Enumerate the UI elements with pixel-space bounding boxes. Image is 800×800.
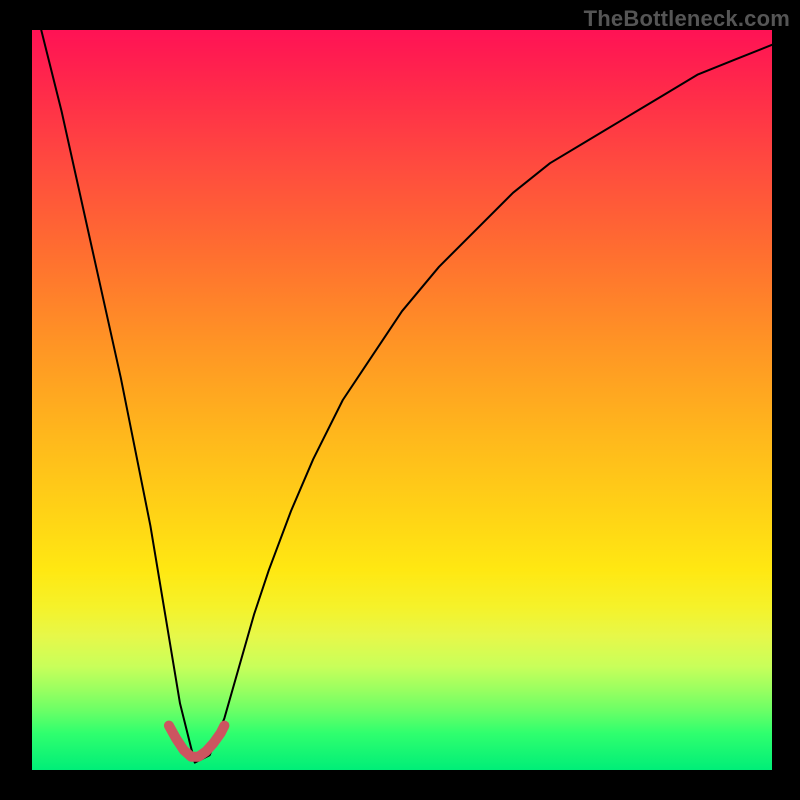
bottleneck-curve xyxy=(32,0,772,763)
highlight-segment xyxy=(169,726,225,757)
curve-layer xyxy=(32,30,772,770)
plot-area xyxy=(32,30,772,770)
watermark-text: TheBottleneck.com xyxy=(584,6,790,32)
chart-frame: TheBottleneck.com xyxy=(0,0,800,800)
